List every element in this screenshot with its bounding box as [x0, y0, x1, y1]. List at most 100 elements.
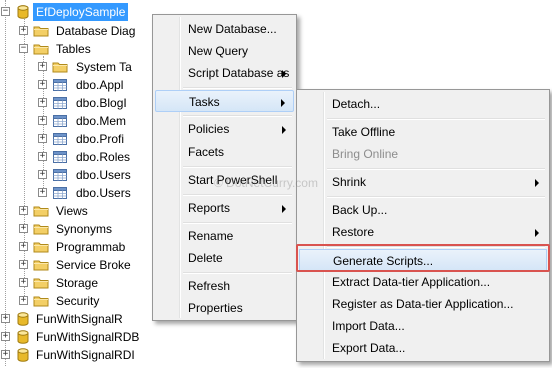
menu-item-restore[interactable]: Restore	[299, 221, 547, 243]
menu-item-label: Export Data...	[332, 341, 406, 355]
expand-toggle[interactable]: +	[19, 26, 28, 35]
expand-toggle[interactable]: +	[19, 260, 28, 269]
tree-node-label[interactable]: dbo.BlogI	[76, 94, 127, 112]
tree-node-table[interactable]: + dbo.BlogI	[0, 94, 160, 112]
expand-toggle[interactable]: +	[38, 170, 47, 179]
tree-node-db[interactable]: + FunWithSignalRDB	[0, 328, 160, 346]
submenu-arrow-icon	[282, 126, 286, 134]
tree-node-folder[interactable]: − Tables	[0, 40, 160, 58]
tree-node-table[interactable]: + dbo.Profi	[0, 130, 160, 148]
expand-toggle[interactable]: −	[19, 44, 28, 53]
expand-toggle[interactable]: +	[19, 296, 28, 305]
tree-node-label[interactable]: Tables	[56, 40, 91, 58]
menu-item-bring-online[interactable]: Bring Online	[299, 143, 547, 165]
tree-node-folder[interactable]: + Storage	[0, 274, 160, 292]
tree-node-label[interactable]: Synonyms	[56, 220, 112, 238]
tree-node-label[interactable]: Storage	[56, 274, 98, 292]
menu-item-reports[interactable]: Reports	[155, 197, 294, 219]
expand-toggle[interactable]: +	[38, 62, 47, 71]
menu-item-label: Policies	[188, 122, 230, 136]
expand-toggle[interactable]: +	[19, 242, 28, 251]
folder-icon	[33, 239, 49, 255]
menu-item-refresh[interactable]: Refresh	[155, 275, 294, 297]
expand-toggle[interactable]: +	[38, 116, 47, 125]
table-icon	[52, 77, 68, 93]
tree-node-table[interactable]: + dbo.Mem	[0, 112, 160, 130]
tree-node-label[interactable]: FunWithSignalRDB	[36, 328, 139, 346]
menu-item-label: Reports	[188, 201, 231, 215]
tree-node-label[interactable]: dbo.Profi	[76, 130, 124, 148]
tree-node-label[interactable]: FunWithSignalR	[36, 310, 123, 328]
menu-item-label: Restore	[332, 225, 375, 239]
menu-item-shrink[interactable]: Shrink	[299, 171, 547, 193]
menu-item-delete[interactable]: Delete	[155, 247, 294, 269]
expand-toggle[interactable]: +	[19, 278, 28, 287]
tree-node-folder[interactable]: + Database Diag	[0, 22, 160, 40]
menu-item-detach[interactable]: Detach...	[299, 93, 547, 115]
expand-toggle[interactable]: +	[38, 152, 47, 161]
tree-node-label[interactable]: dbo.Mem	[76, 112, 126, 130]
expand-toggle[interactable]: +	[1, 332, 10, 341]
menu-item-register-data-tier[interactable]: Register as Data-tier Application...	[299, 293, 547, 315]
menu-separator	[327, 118, 545, 120]
tree-node-db[interactable]: + FunWithSignalR	[0, 310, 160, 328]
expand-toggle[interactable]: +	[19, 206, 28, 215]
tree-node-db[interactable]: + FunWithSignalRDI	[0, 346, 160, 364]
tree-node-folder[interactable]: + Views	[0, 202, 160, 220]
expand-toggle[interactable]: +	[19, 224, 28, 233]
tree-node-label[interactable]: Views	[56, 202, 88, 220]
watermark: © DotNetCurry.com	[214, 176, 318, 190]
tasks-submenu: Detach... Take Offline Bring Online Shri…	[296, 89, 550, 362]
menu-item-label: Detach...	[332, 97, 381, 111]
menu-item-extract-data-tier[interactable]: Extract Data-tier Application...	[299, 271, 547, 293]
tree-node-label[interactable]: dbo.Users	[76, 166, 131, 184]
menu-item-policies[interactable]: Policies	[155, 118, 294, 140]
collapse-toggle[interactable]: −	[1, 7, 10, 16]
tree-node-table[interactable]: + dbo.Users	[0, 184, 160, 202]
tree-node-label[interactable]: System Ta	[76, 58, 132, 76]
menu-item-script-database-as[interactable]: Script Database as	[155, 62, 294, 84]
table-icon	[52, 149, 68, 165]
expand-toggle[interactable]: +	[1, 314, 10, 323]
folder-icon	[52, 59, 68, 75]
menu-item-new-database[interactable]: New Database...	[155, 18, 294, 40]
menu-separator	[183, 194, 292, 196]
menu-item-rename[interactable]: Rename	[155, 225, 294, 247]
menu-item-properties[interactable]: Properties	[155, 297, 294, 319]
tree-node-table[interactable]: + dbo.Appl	[0, 76, 160, 94]
tree-node-label[interactable]: Database Diag	[56, 22, 135, 40]
tree-node-label[interactable]: Security	[56, 292, 99, 310]
tree-node-db[interactable]: − EfDeploySample	[0, 3, 130, 21]
tree-node-label[interactable]: dbo.Roles	[76, 148, 130, 166]
tree-node-table[interactable]: + dbo.Users	[0, 166, 160, 184]
expand-toggle[interactable]: +	[38, 134, 47, 143]
tree-node-label[interactable]: dbo.Users	[76, 184, 131, 202]
tree-node-label[interactable]: Service Broke	[56, 256, 131, 274]
tree-node-folder[interactable]: + Synonyms	[0, 220, 160, 238]
menu-item-import-data[interactable]: Import Data...	[299, 315, 547, 337]
folder-icon	[33, 41, 49, 57]
tree-node-folder[interactable]: + System Ta	[0, 58, 160, 76]
table-icon	[52, 185, 68, 201]
expand-toggle[interactable]: +	[38, 80, 47, 89]
tree-node-folder[interactable]: + Service Broke	[0, 256, 160, 274]
expand-toggle[interactable]: +	[38, 98, 47, 107]
tree-node-label[interactable]: EfDeploySample	[33, 3, 129, 21]
menu-item-facets[interactable]: Facets	[155, 141, 294, 163]
menu-item-new-query[interactable]: New Query	[155, 40, 294, 62]
menu-item-back-up[interactable]: Back Up...	[299, 199, 547, 221]
menu-item-tasks[interactable]: Tasks	[155, 90, 294, 112]
table-icon	[52, 95, 68, 111]
tree-node-folder[interactable]: + Security	[0, 292, 160, 310]
tree-node-label[interactable]: Programmab	[56, 238, 125, 256]
tree-node-label[interactable]: FunWithSignalRDI	[36, 346, 135, 364]
folder-icon	[33, 221, 49, 237]
menu-item-export-data[interactable]: Export Data...	[299, 337, 547, 359]
tree-node-folder[interactable]: + Programmab	[0, 238, 160, 256]
menu-item-label: Extract Data-tier Application...	[332, 275, 491, 289]
expand-toggle[interactable]: +	[1, 350, 10, 359]
menu-item-take-offline[interactable]: Take Offline	[299, 121, 547, 143]
tree-node-label[interactable]: dbo.Appl	[76, 76, 123, 94]
expand-toggle[interactable]: +	[38, 188, 47, 197]
tree-node-table[interactable]: + dbo.Roles	[0, 148, 160, 166]
